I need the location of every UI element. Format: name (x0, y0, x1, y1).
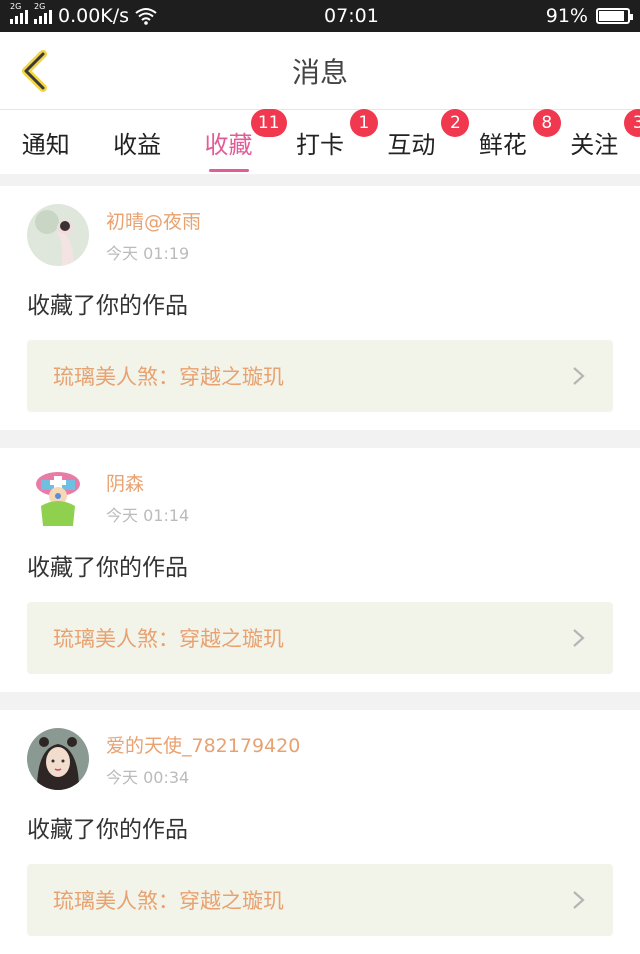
signal-icon: 2G (34, 2, 52, 24)
work-link[interactable]: 琉璃美人煞：穿越之璇玑 (27, 602, 613, 674)
tab-label: 收藏 (204, 130, 253, 159)
avatar[interactable] (27, 204, 89, 266)
tab-flowers[interactable]: 鲜花 8 (475, 108, 561, 166)
tab-follows[interactable]: 关注 3 (566, 108, 640, 166)
count-badge: 8 (532, 108, 561, 137)
page-title: 消息 (291, 55, 348, 89)
username[interactable]: 初晴@夜雨 (106, 207, 201, 234)
message-list: 初晴@夜雨 今天 01:19 收藏了你的作品 琉璃美人煞：穿越之璇玑 阴森 今天… (0, 186, 640, 954)
tab-label: 鲜花 (478, 130, 527, 159)
chevron-right-icon (573, 891, 585, 909)
work-title: 琉璃美人煞：穿越之璇玑 (53, 627, 284, 651)
battery-percent: 91% (545, 5, 588, 27)
chevron-left-icon (22, 50, 47, 92)
timestamp: 今天 01:19 (106, 243, 190, 263)
tab-label: 收益 (113, 130, 162, 159)
work-title: 琉璃美人煞：穿越之璇玑 (53, 365, 284, 389)
message-card: 爱的天使_782179420 今天 00:34 收藏了你的作品 琉璃美人煞：穿越… (0, 710, 640, 954)
wifi-icon (135, 8, 157, 25)
back-button[interactable] (16, 50, 52, 92)
signal-icon: 2G (10, 2, 28, 24)
count-badge: 2 (441, 108, 470, 137)
tab-label: 关注 (570, 130, 619, 159)
timestamp: 今天 00:34 (106, 767, 190, 787)
clock: 07:01 (324, 5, 379, 27)
tab-favorites[interactable]: 收藏 11 (201, 108, 287, 172)
count-badge: 11 (250, 108, 287, 137)
message-card: 初晴@夜雨 今天 01:19 收藏了你的作品 琉璃美人煞：穿越之璇玑 (0, 186, 640, 430)
chevron-right-icon (573, 629, 585, 647)
tab-bar: 通知 收益 收藏 11 打卡 1 互动 2 鲜花 8 关注 3 (0, 108, 640, 174)
tab-label: 打卡 (295, 130, 344, 159)
battery-icon (595, 8, 633, 24)
count-badge: 1 (349, 108, 378, 137)
work-link[interactable]: 琉璃美人煞：穿越之璇玑 (27, 340, 613, 412)
tab-checkin[interactable]: 打卡 1 (292, 108, 378, 166)
status-bar: 2G 2G 0.00K/s 07:01 91% (0, 0, 640, 32)
chevron-right-icon (573, 367, 585, 385)
tab-label: 通知 (21, 130, 70, 159)
header: 消息 (0, 32, 640, 110)
tab-earnings[interactable]: 收益 (109, 119, 165, 166)
tab-interactions[interactable]: 互动 2 (383, 108, 470, 166)
avatar[interactable] (27, 728, 89, 790)
tab-notifications[interactable]: 通知 (18, 119, 74, 166)
work-link[interactable]: 琉璃美人煞：穿越之璇玑 (27, 864, 613, 936)
action-text: 收藏了你的作品 (27, 293, 188, 319)
avatar[interactable] (27, 466, 89, 528)
network-speed: 0.00K/s (58, 5, 130, 27)
username[interactable]: 爱的天使_782179420 (106, 731, 300, 758)
count-badge: 3 (624, 108, 640, 137)
message-card: 阴森 今天 01:14 收藏了你的作品 琉璃美人煞：穿越之璇玑 (0, 448, 640, 692)
action-text: 收藏了你的作品 (27, 555, 188, 581)
timestamp: 今天 01:14 (106, 505, 190, 525)
tab-label: 互动 (387, 130, 436, 159)
work-title: 琉璃美人煞：穿越之璇玑 (53, 889, 284, 913)
username[interactable]: 阴森 (106, 469, 189, 496)
action-text: 收藏了你的作品 (27, 817, 188, 843)
